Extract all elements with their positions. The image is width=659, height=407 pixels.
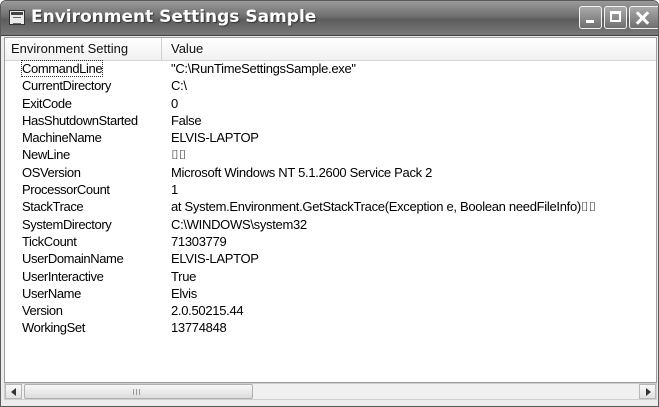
setting-name: CurrentDirectory: [22, 78, 111, 94]
list-item[interactable]: UserName Elvis: [5, 285, 656, 302]
list-item[interactable]: WorkingSet 13774848: [5, 319, 656, 336]
list-item[interactable]: HasShutdownStarted False: [5, 112, 656, 129]
setting-name: UserDomainName: [22, 251, 124, 267]
setting-name: MachineName: [22, 130, 102, 146]
setting-value: "C:\RunTimeSettingsSample.exe": [171, 61, 356, 76]
app-window-icon[interactable]: [9, 10, 25, 25]
setting-name: NewLine: [22, 147, 70, 163]
setting-value: C:\WINDOWS\system32: [171, 216, 307, 232]
settings-list-view[interactable]: Environment Setting Value CommandLine "C…: [4, 37, 657, 383]
setting-value: False: [171, 112, 202, 128]
scroll-left-button[interactable]: [5, 384, 22, 399]
setting-name: Version: [22, 303, 63, 319]
list-header: Environment Setting Value: [5, 38, 656, 61]
setting-value: 1: [171, 182, 178, 198]
setting-name: ExitCode: [22, 95, 72, 111]
setting-name: ProcessorCount: [22, 182, 110, 198]
setting-value: 2.0.50215.44: [171, 303, 244, 319]
title-bar[interactable]: Environment Settings Sample: [1, 1, 658, 36]
scroll-right-button[interactable]: [639, 384, 656, 399]
app-window: Environment Settings Sample Environment …: [0, 0, 659, 407]
setting-value: 0: [171, 95, 178, 111]
setting-value: ⌷⌷: [171, 147, 187, 163]
setting-value: Microsoft Windows NT 5.1.2600 Service Pa…: [171, 164, 433, 180]
list-item[interactable]: StackTrace at System.Environment.GetStac…: [5, 198, 656, 215]
minimize-button[interactable]: [579, 6, 602, 29]
list-item[interactable]: UserDomainName ELVIS-LAPTOP: [5, 250, 656, 267]
list-item[interactable]: OSVersion Microsoft Windows NT 5.1.2600 …: [5, 164, 656, 181]
setting-name: WorkingSet: [22, 320, 85, 336]
setting-value: Elvis: [171, 285, 197, 301]
list-item[interactable]: MachineName ELVIS-LAPTOP: [5, 129, 656, 146]
maximize-button[interactable]: [604, 6, 627, 29]
setting-value: True: [171, 268, 197, 284]
setting-value: 13774848: [171, 320, 227, 336]
setting-name: UserName: [22, 285, 81, 301]
close-button[interactable]: [629, 6, 658, 29]
setting-value: 71303779: [171, 233, 227, 249]
setting-value: ELVIS-LAPTOP: [171, 130, 259, 146]
window-title: Environment Settings Sample: [31, 7, 317, 27]
setting-name: SystemDirectory: [22, 216, 112, 232]
setting-value: ELVIS-LAPTOP: [171, 251, 259, 267]
setting-name: UserInteractive: [22, 268, 104, 284]
list-item[interactable]: ProcessorCount 1: [5, 181, 656, 198]
scrollbar-thumb[interactable]: [24, 384, 253, 399]
setting-value: C:\: [171, 78, 187, 94]
list-item[interactable]: SystemDirectory C:\WINDOWS\system32: [5, 216, 656, 233]
setting-name: HasShutdownStarted: [22, 112, 138, 128]
setting-name: CommandLine: [20, 60, 104, 77]
setting-name: TickCount: [22, 233, 77, 249]
list-item[interactable]: UserInteractive True: [5, 268, 656, 285]
list-item[interactable]: Version 2.0.50215.44: [5, 302, 656, 319]
setting-value: at System.Environment.GetStackTrace(Exce…: [171, 199, 596, 215]
list-item[interactable]: ExitCode 0: [5, 95, 656, 112]
list-item[interactable]: CurrentDirectory C:\: [5, 77, 656, 94]
list-rows: CommandLine "C:\RunTimeSettingsSample.ex…: [5, 60, 656, 337]
column-header-setting[interactable]: Environment Setting: [5, 38, 162, 60]
list-item[interactable]: TickCount 71303779: [5, 233, 656, 250]
grip-icon: [133, 389, 142, 395]
column-header-value[interactable]: Value: [165, 38, 465, 60]
setting-name: OSVersion: [22, 164, 81, 180]
horizontal-scrollbar[interactable]: [4, 383, 657, 400]
list-item[interactable]: CommandLine "C:\RunTimeSettingsSample.ex…: [5, 60, 656, 77]
setting-name: StackTrace: [22, 199, 84, 215]
list-item[interactable]: NewLine ⌷⌷: [5, 146, 656, 163]
